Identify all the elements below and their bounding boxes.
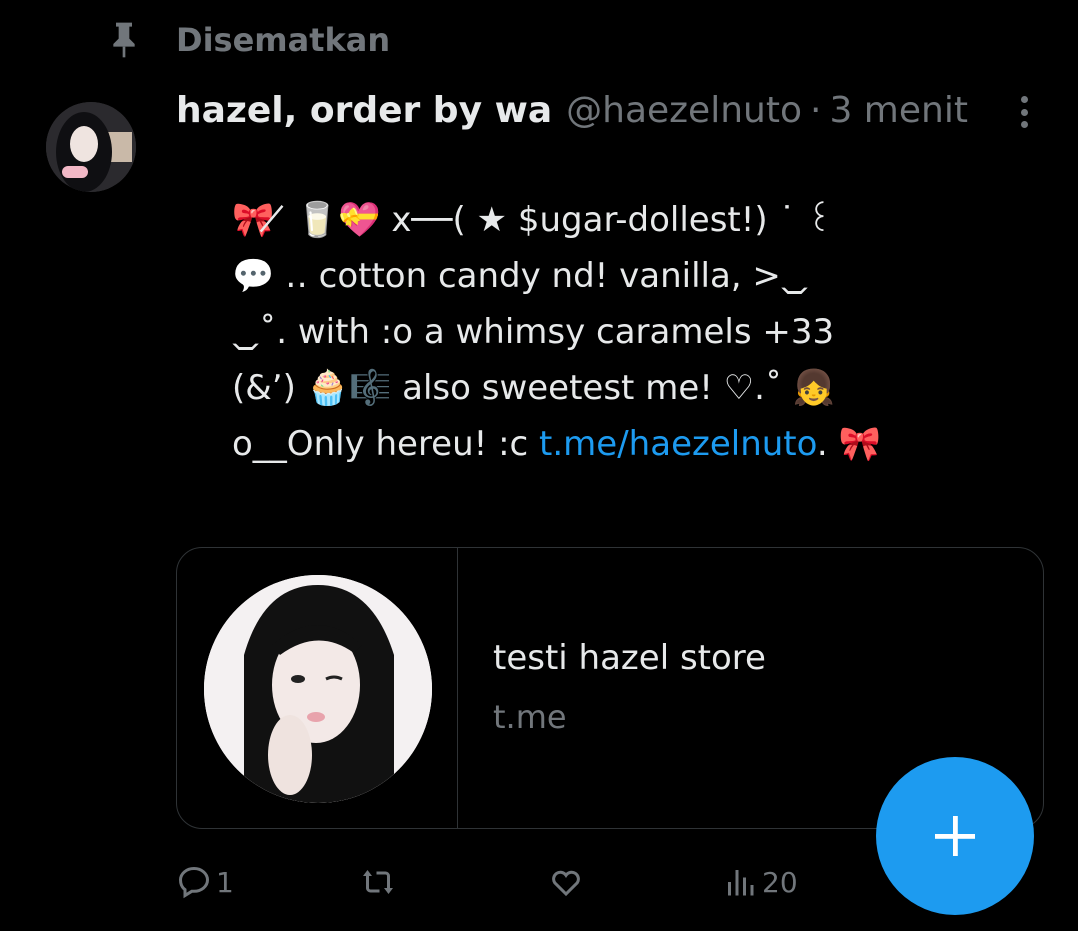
tweet-link-suffix: . 🎀 — [816, 424, 881, 464]
tweet-link[interactable]: t.me/haezelnuto — [539, 424, 817, 464]
pinned-indicator — [108, 18, 140, 62]
separator-dot: · — [809, 89, 822, 131]
pin-icon — [113, 22, 135, 58]
views-icon — [728, 870, 754, 896]
card-image — [204, 575, 432, 803]
more-dot-icon — [1020, 96, 1028, 103]
views-count: 20 — [762, 865, 798, 899]
reply-icon — [178, 866, 210, 899]
reply-count: 1 — [216, 865, 234, 899]
avatar[interactable] — [46, 102, 136, 192]
user-handle[interactable]: @haezelnuto — [566, 90, 802, 131]
timestamp[interactable]: 3 menit — [829, 90, 968, 131]
repost-button[interactable] — [360, 858, 396, 906]
heart-icon — [552, 870, 580, 897]
plus-icon — [935, 816, 975, 856]
like-button[interactable] — [548, 858, 584, 906]
display-name[interactable]: hazel, order by wa — [176, 90, 552, 131]
views-button[interactable]: 20 — [722, 858, 798, 906]
tweet-line: 💬 ‥ cotton candy nd! vanilla, >⏡ — [232, 256, 809, 296]
tweet-line-text: o__Only hereu! :c — [232, 424, 540, 464]
tweet-line: (&’) 🧁🎼 also sweetest me! ♡.˚ 👧 — [232, 368, 836, 408]
reply-button[interactable]: 1 — [176, 858, 234, 906]
repost-icon — [363, 870, 393, 894]
more-dot-icon — [1020, 121, 1028, 128]
pinned-label: Disematkan — [176, 21, 391, 59]
tweet-line: ⏡˚. with :o a whimsy caramels +33 — [232, 312, 835, 352]
card-image-area — [177, 548, 458, 828]
tweet-text: 🎀 ̸̸ 🥛💝 x──( ★ $ugar-dollest!) ˙ ꒰ 💬 ‥ c… — [232, 192, 992, 472]
more-dot-icon — [1020, 108, 1028, 116]
card-title: testi hazel store — [493, 638, 766, 678]
more-options-button[interactable] — [1006, 92, 1042, 132]
tweet-line: 🎀 ̸̸ 🥛💝 x──( ★ $ugar-dollest!) ˙ ꒰ — [232, 200, 833, 240]
tweet-header: hazel, order by wa @haezelnuto · 3 menit — [176, 86, 968, 134]
compose-button[interactable] — [876, 757, 1034, 915]
tweet-line-last: o__Only hereu! :c t.me/haezelnuto. 🎀 — [232, 416, 992, 472]
card-domain: t.me — [493, 698, 567, 736]
